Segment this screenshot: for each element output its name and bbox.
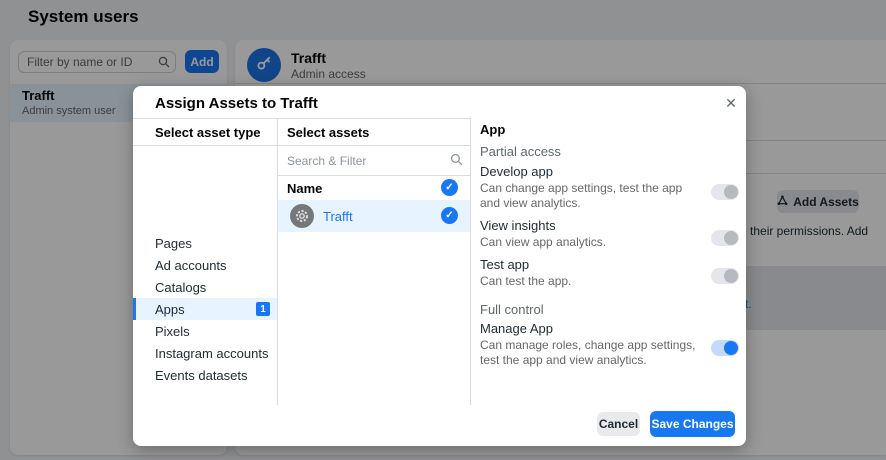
permission-manage-app-desc: Can manage roles, change app settings, t…	[480, 338, 705, 368]
divider	[133, 145, 470, 146]
asset-type-instagram-accounts[interactable]: Instagram accounts	[133, 342, 277, 364]
permission-develop-app: Develop app	[480, 164, 710, 179]
asset-type-column-header: Select asset type	[155, 125, 261, 140]
assets-name-header: Name	[287, 181, 322, 196]
save-changes-button[interactable]: Save Changes	[650, 411, 735, 437]
asset-type-label: Apps	[155, 302, 185, 317]
view-insights-toggle[interactable]	[711, 230, 739, 246]
selected-count-badge: 1	[256, 302, 270, 316]
asset-type-label: Catalogs	[155, 280, 206, 295]
select-assets-column-header: Select assets	[287, 125, 369, 140]
asset-checkmark[interactable]: ✓	[441, 207, 458, 224]
develop-app-toggle[interactable]	[711, 184, 739, 200]
asset-type-label: Instagram accounts	[155, 346, 268, 361]
divider	[278, 175, 470, 176]
asset-type-ad-accounts[interactable]: Ad accounts	[133, 254, 277, 276]
select-all-checkmark[interactable]: ✓	[441, 179, 458, 196]
permission-test-app: Test app	[480, 257, 710, 272]
asset-type-events-datasets[interactable]: Events datasets	[133, 364, 277, 386]
search-icon	[450, 153, 463, 171]
permissions-header: App	[480, 122, 710, 137]
asset-type-pages[interactable]: Pages	[133, 232, 277, 254]
divider	[470, 118, 471, 405]
asset-name: Trafft	[323, 209, 353, 224]
cancel-button[interactable]: Cancel	[597, 412, 640, 436]
permission-view-insights: View insights	[480, 218, 710, 233]
test-app-toggle[interactable]	[711, 268, 739, 284]
divider	[277, 118, 278, 405]
asset-type-label: Events datasets	[155, 368, 248, 383]
asset-type-label: Pixels	[155, 324, 190, 339]
asset-type-label: Ad accounts	[155, 258, 227, 273]
asset-type-apps[interactable]: Apps 1	[133, 298, 277, 320]
divider	[133, 118, 470, 119]
permission-view-insights-desc: Can view app analytics.	[480, 235, 705, 250]
asset-type-label: Pages	[155, 236, 192, 251]
close-icon[interactable]: ✕	[721, 93, 741, 113]
permission-develop-app-desc: Can change app settings, test the app an…	[480, 181, 705, 211]
partial-access-label: Partial access	[480, 144, 710, 159]
permission-manage-app: Manage App	[480, 321, 710, 336]
assign-assets-modal: Assign Assets to Trafft ✕ Select asset t…	[133, 86, 746, 446]
full-control-label: Full control	[480, 302, 710, 317]
manage-app-toggle[interactable]	[711, 340, 739, 356]
asset-type-catalogs[interactable]: Catalogs	[133, 276, 277, 298]
asset-type-pixels[interactable]: Pixels	[133, 320, 277, 342]
modal-title: Assign Assets to Trafft	[155, 95, 318, 112]
asset-search-input[interactable]	[287, 152, 447, 170]
app-gear-icon	[290, 204, 314, 228]
permission-test-app-desc: Can test the app.	[480, 274, 705, 289]
